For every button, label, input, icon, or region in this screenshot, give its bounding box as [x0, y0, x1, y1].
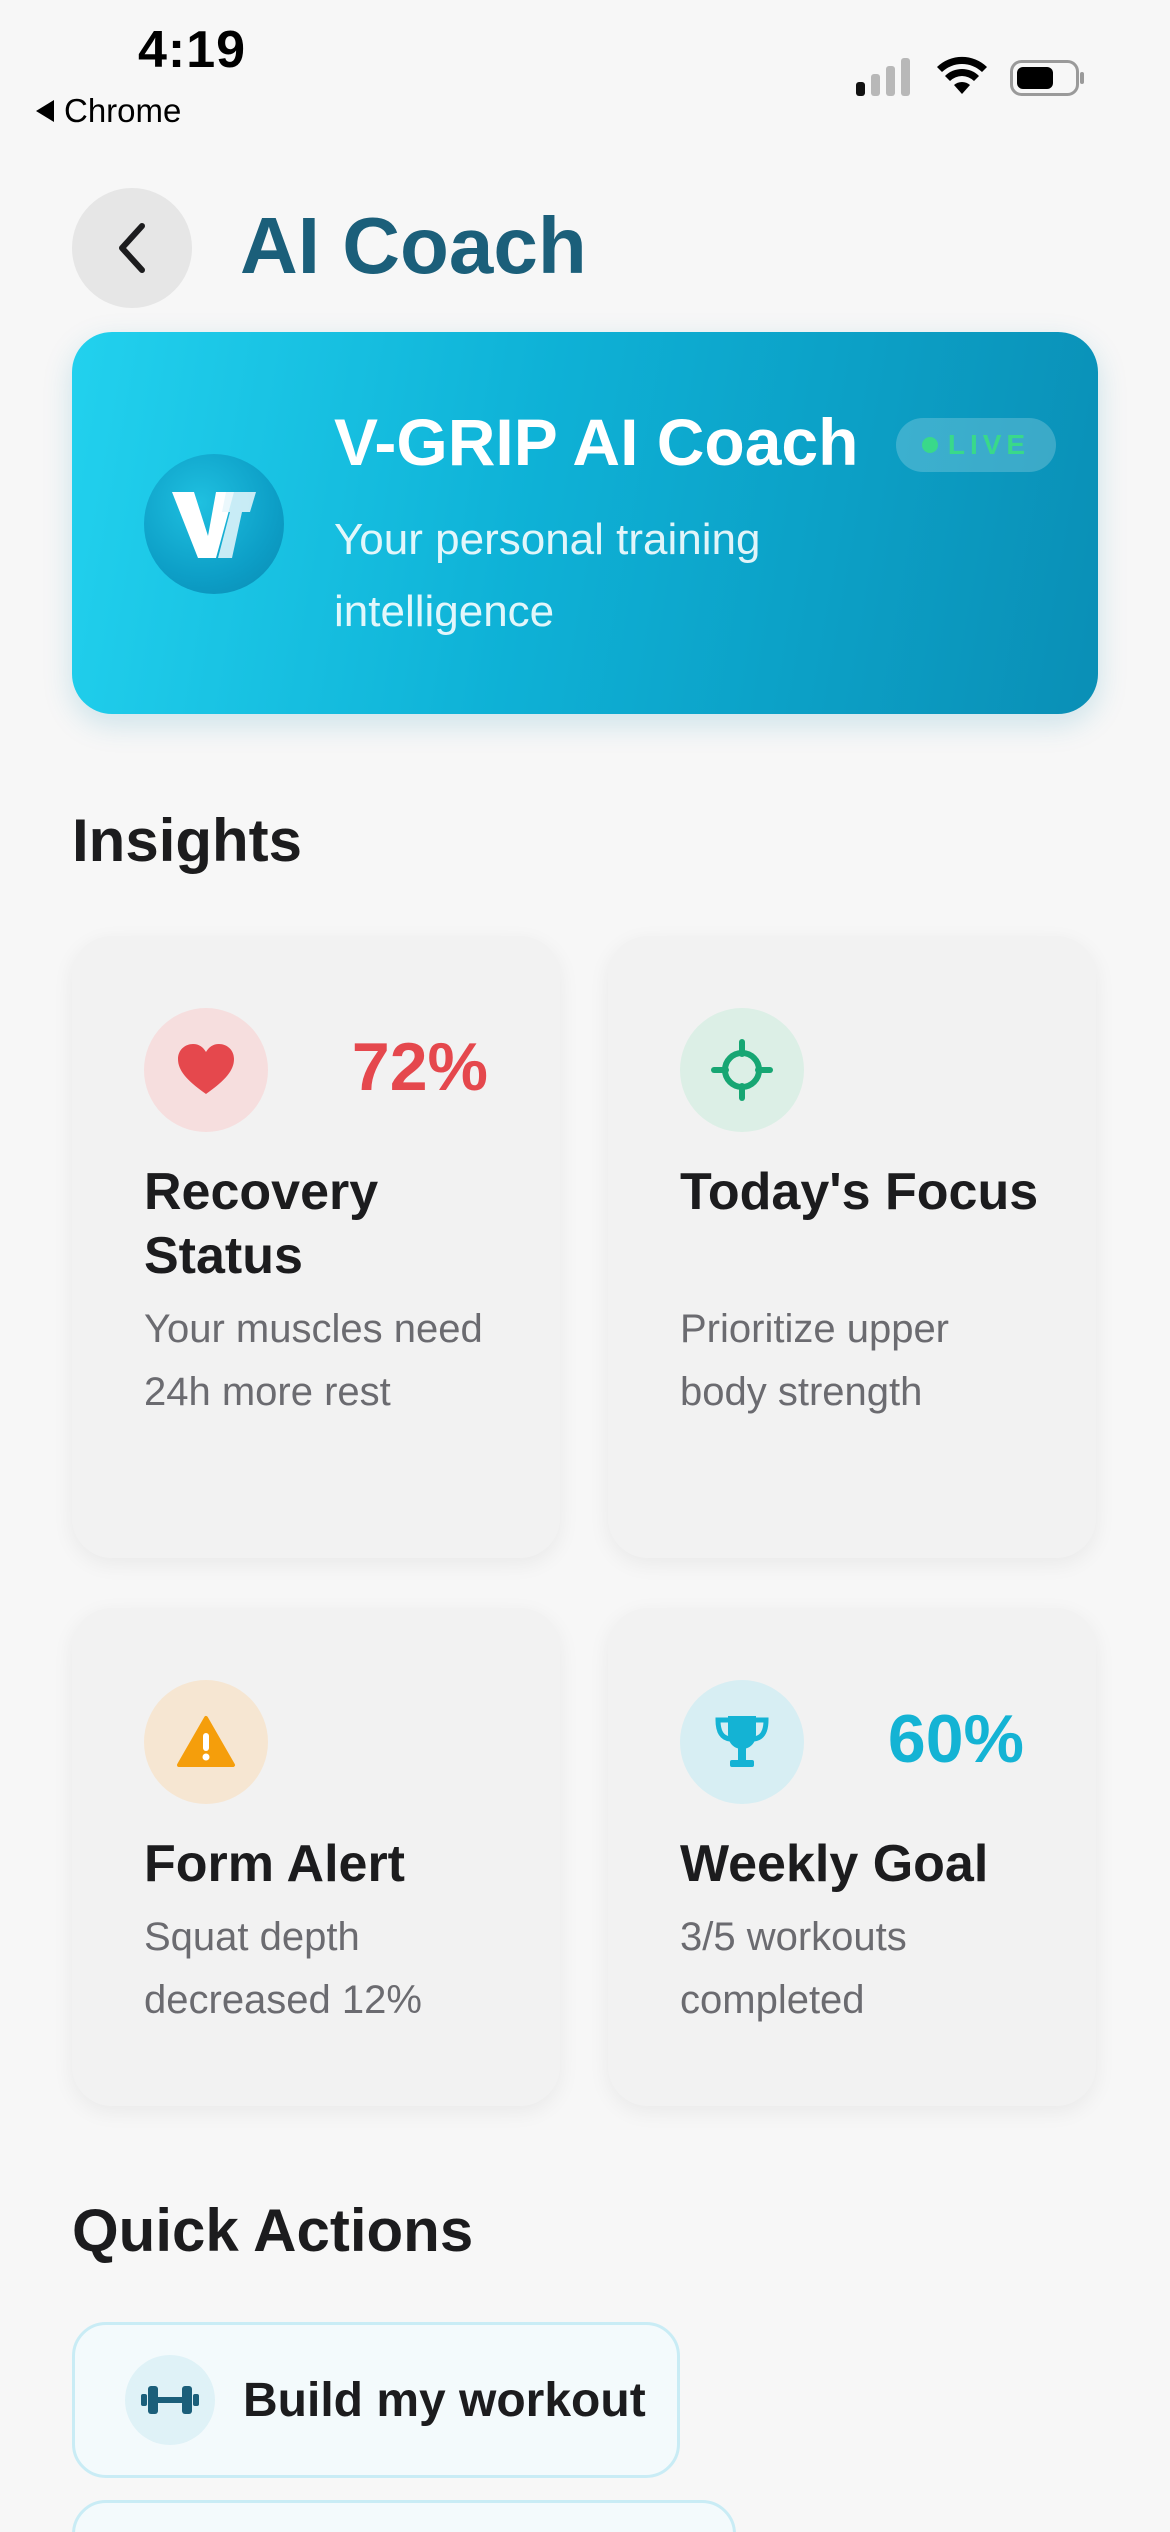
build-workout-button[interactable]: Build my workout [72, 2322, 680, 2478]
chevron-left-icon [119, 223, 145, 273]
coach-hero-card: V-GRIP AI Coach LIVE Your personal train… [72, 332, 1098, 714]
insight-card-form-alert[interactable]: Form Alert Squat depth decreased 12% [72, 1608, 560, 2106]
back-to-app-link[interactable]: Chrome [36, 92, 181, 130]
live-dot-icon [921, 437, 938, 453]
next-action-button[interactable] [72, 2500, 736, 2532]
card-title: Recovery Status [144, 1163, 379, 1285]
hero-title: V-GRIP AI Coach [334, 405, 859, 479]
cellular-signal-icon [856, 58, 910, 96]
action-label: Build my workout [243, 2373, 646, 2427]
insight-card-recovery[interactable]: 72% Recovery Status Your muscles need 24… [72, 936, 560, 1558]
dumbbell-icon [141, 2386, 199, 2414]
weekly-goal-value: 60% [887, 1701, 1024, 1777]
card-icon-wrap [144, 1008, 268, 1132]
card-description: Your muscles need 24h more rest [144, 1307, 483, 1414]
card-description: 3/5 workouts completed [680, 1915, 907, 2022]
warning-icon [177, 1716, 235, 1767]
vgrip-logo [144, 454, 284, 594]
target-icon [711, 1039, 773, 1101]
insights-heading: Insights [72, 807, 303, 874]
action-icon-wrap [125, 2355, 215, 2445]
card-title: Weekly Goal [680, 1835, 989, 1893]
status-time: 4:19 [138, 21, 247, 79]
live-badge: LIVE [896, 418, 1056, 472]
vgrip-logo-mark [172, 492, 256, 558]
battery-icon [1010, 60, 1084, 96]
card-description: Squat depth decreased 12% [144, 1915, 422, 2022]
back-button[interactable] [72, 188, 192, 308]
card-icon-wrap [680, 1008, 804, 1132]
card-icon-wrap [680, 1680, 804, 1804]
card-description: Prioritize upper body strength [680, 1307, 950, 1414]
status-bar: 4:19 Chrome [0, 0, 1170, 140]
hero-subtitle: Your personal training intelligence [334, 515, 761, 636]
wifi-icon [937, 56, 987, 94]
card-title: Today's Focus [680, 1163, 1039, 1221]
live-badge-label: LIVE [947, 429, 1031, 460]
quick-actions-heading: Quick Actions [72, 2197, 474, 2264]
heart-icon [178, 1044, 234, 1094]
back-to-app-label: Chrome [64, 92, 182, 129]
recovery-value: 72% [351, 1029, 488, 1105]
page-title: AI Coach [240, 201, 587, 290]
back-triangle-icon [36, 100, 54, 122]
insight-card-focus[interactable]: Today's Focus Prioritize upper body stre… [608, 936, 1096, 1558]
card-icon-wrap [144, 1680, 268, 1804]
trophy-icon [715, 1716, 769, 1767]
card-title: Form Alert [144, 1835, 405, 1893]
insight-card-weekly-goal[interactable]: 60% Weekly Goal 3/5 workouts completed [608, 1608, 1096, 2106]
